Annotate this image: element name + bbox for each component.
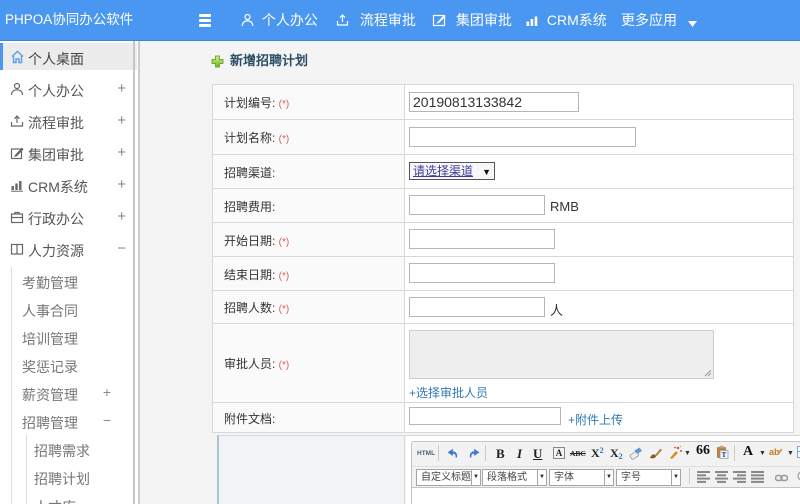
svg-text:ab: ab xyxy=(769,447,780,457)
svg-text:T: T xyxy=(722,451,727,459)
